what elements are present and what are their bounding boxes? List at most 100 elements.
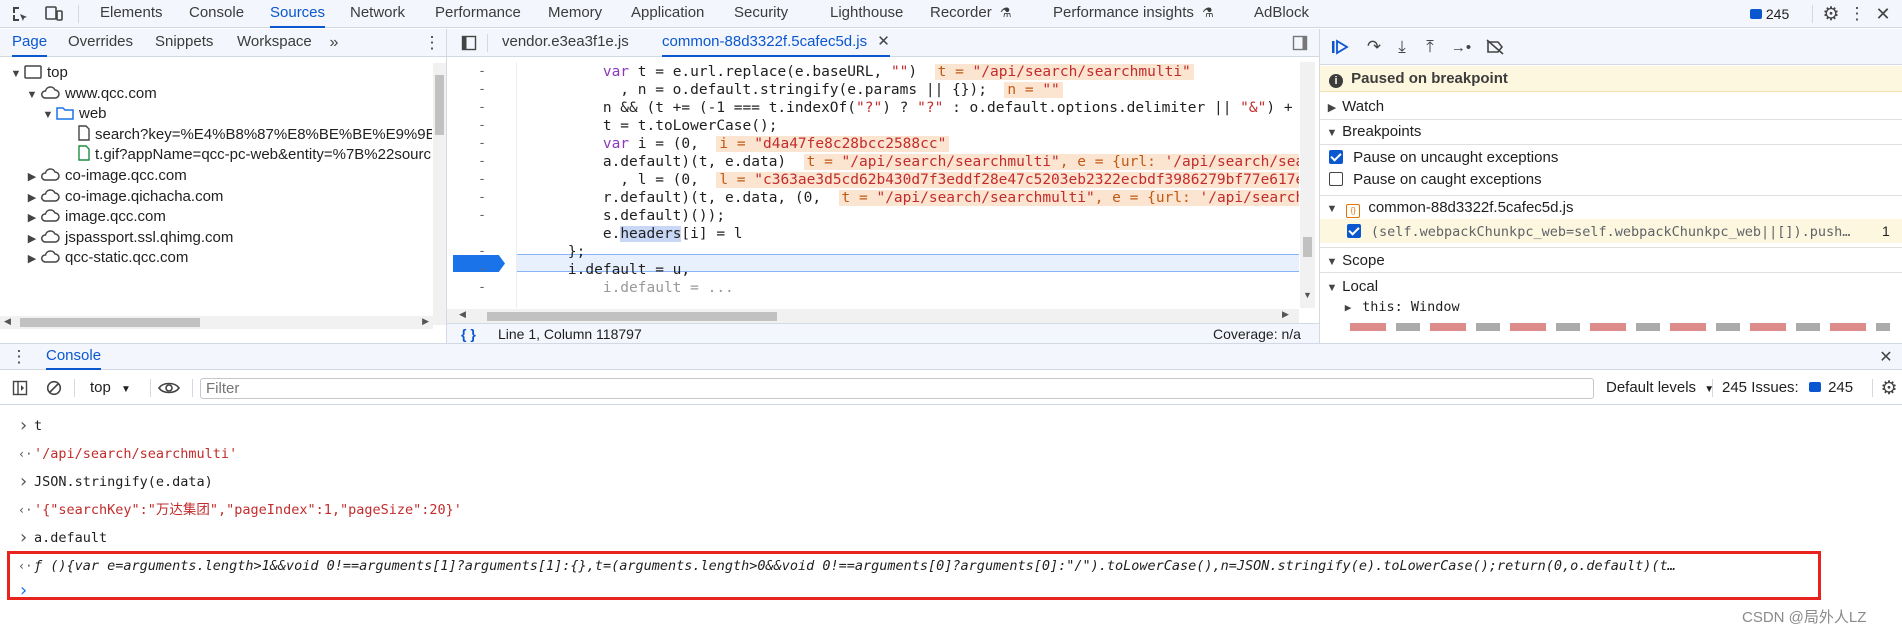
editor-tab-common[interactable]: common-88d3322f.5cafec5d.js ✕ xyxy=(662,29,890,57)
tree-item[interactable]: ▶ co-image.qcc.com xyxy=(26,166,187,186)
line-gutter-mark[interactable]: - xyxy=(447,117,517,135)
more-tabs-chevron-icon[interactable]: » xyxy=(325,32,343,54)
expand-triangle-icon[interactable]: ▶ xyxy=(26,167,38,187)
this-scope-row[interactable]: ▶ this: Window xyxy=(1320,298,1902,316)
expand-triangle-icon[interactable]: ▶ xyxy=(26,249,38,269)
tab-sources[interactable]: Sources xyxy=(270,0,326,28)
step-over-icon[interactable]: ↷ xyxy=(1364,37,1384,57)
expand-triangle-icon[interactable]: ▶ xyxy=(26,229,38,249)
pause-caught-row[interactable]: Pause on caught exceptions xyxy=(1320,169,1902,191)
tree-item[interactable]: ▶ image.qcc.com xyxy=(26,207,166,227)
tab-application[interactable]: Application xyxy=(631,0,704,28)
drawer-tab-console[interactable]: Console xyxy=(46,344,102,370)
pretty-print-icon[interactable]: { } xyxy=(461,324,476,344)
step-into-icon[interactable]: ⤓ xyxy=(1392,37,1412,57)
tree-item[interactable]: ▼ www.qcc.com xyxy=(26,84,157,104)
step-icon[interactable]: →• xyxy=(1450,37,1472,57)
navigator-scrollbar-vertical[interactable] xyxy=(433,63,446,325)
line-gutter-mark[interactable]: - xyxy=(447,153,517,171)
editor-tab-vendor[interactable]: vendor.e3ea3f1e.js xyxy=(502,29,629,57)
device-toolbar-icon[interactable] xyxy=(44,4,64,24)
console-issues-button[interactable]: 245 Issues: 245 xyxy=(1722,379,1853,397)
close-devtools-icon[interactable]: ✕ xyxy=(1873,3,1893,25)
line-gutter-mark[interactable]: - xyxy=(447,243,517,261)
console-result-entry[interactable]: ‹· '/api/search/searchmulti' xyxy=(0,443,1800,465)
tab-performance[interactable]: Performance xyxy=(435,0,521,28)
nav-tab-workspace[interactable]: Workspace xyxy=(237,29,312,57)
scope-section[interactable]: ▼ Scope xyxy=(1320,247,1902,273)
tab-lighthouse[interactable]: Lighthouse xyxy=(830,0,903,28)
tree-item[interactable]: ▶ jspassport.ssl.qhimg.com xyxy=(26,228,234,249)
nav-tab-snippets[interactable]: Snippets xyxy=(155,29,213,57)
navigator-scrollbar-horizontal[interactable]: ◀ ▶ xyxy=(0,316,433,329)
tab-adblock[interactable]: AdBlock xyxy=(1254,0,1309,28)
log-levels-dropdown[interactable]: Default levels ▼ xyxy=(1606,379,1714,397)
context-selector[interactable]: top ▼ xyxy=(90,379,131,397)
close-drawer-icon[interactable]: ✕ xyxy=(1876,346,1896,368)
line-gutter-mark[interactable]: - xyxy=(447,207,517,225)
line-gutter-mark[interactable]: - xyxy=(447,225,517,243)
console-input-entry[interactable]: › t xyxy=(0,415,1800,437)
resume-icon[interactable] xyxy=(1330,37,1350,57)
breakpoints-section[interactable]: ▼ Breakpoints xyxy=(1320,119,1902,145)
breakpoint-file-row[interactable]: ▼ {} common-88d3322f.5cafec5d.js xyxy=(1320,195,1902,219)
toggle-debugger-icon[interactable] xyxy=(1290,33,1310,53)
tab-memory[interactable]: Memory xyxy=(548,0,602,28)
line-gutter-mark[interactable]: - xyxy=(447,81,517,99)
tab-console[interactable]: Console xyxy=(189,0,244,28)
deactivate-breakpoints-icon[interactable] xyxy=(1484,37,1506,57)
step-out-icon[interactable]: ⤒ xyxy=(1420,37,1440,57)
toggle-sidebar-icon[interactable] xyxy=(10,378,30,398)
local-scope-row[interactable]: ▼ Local xyxy=(1320,276,1902,298)
editor-scrollbar-horizontal[interactable]: ◀ ▶ xyxy=(447,309,1299,323)
console-input-entry[interactable]: › JSON.stringify(e.data) xyxy=(0,471,1800,493)
settings-gear-icon[interactable]: ⚙ xyxy=(1820,3,1842,25)
pause-caught-checkbox[interactable] xyxy=(1329,172,1343,186)
pause-uncaught-checkbox[interactable] xyxy=(1329,150,1343,164)
nav-tab-page[interactable]: Page xyxy=(12,29,48,57)
console-input-entry[interactable]: › a.default xyxy=(0,527,1800,549)
console-filter-input[interactable] xyxy=(200,378,1594,399)
expand-triangle-icon[interactable]: ▶ xyxy=(26,208,38,228)
breakpoint-checkbox[interactable] xyxy=(1347,224,1361,238)
tab-security[interactable]: Security xyxy=(734,0,788,28)
line-gutter-mark[interactable]: - xyxy=(447,279,517,297)
code-editor[interactable]: - var t = e.url.replace(e.baseURL, "") t… xyxy=(447,62,1299,308)
tree-item[interactable]: ▼ top xyxy=(10,63,68,83)
collapse-triangle-icon[interactable]: ▼ xyxy=(42,105,54,125)
tab-performance-insights[interactable]: Performance insights ⚗ xyxy=(1053,0,1214,28)
navigator-menu-icon[interactable]: ⋮ xyxy=(424,32,441,54)
watch-section[interactable]: ▶ Watch xyxy=(1320,94,1902,120)
coverage-status[interactable]: Coverage: n/a xyxy=(1213,324,1301,344)
close-tab-icon[interactable]: ✕ xyxy=(877,33,890,50)
live-expression-eye-icon[interactable] xyxy=(157,378,181,398)
tab-network[interactable]: Network xyxy=(350,0,405,28)
line-gutter-mark[interactable]: - xyxy=(447,99,517,117)
line-gutter-mark[interactable]: - xyxy=(447,189,517,207)
breakpoint-item[interactable]: (self.webpackChunkpc_web=self.webpackChu… xyxy=(1320,219,1902,243)
tree-item[interactable]: search?key=%E4%B8%87%E8%BE%BE%E9%9B%86 xyxy=(64,125,432,145)
tree-item[interactable]: ▼ web xyxy=(42,104,107,124)
tree-item[interactable]: ▶ co-image.qichacha.com xyxy=(26,187,224,208)
line-gutter-mark[interactable]: - xyxy=(447,135,517,153)
tab-recorder[interactable]: Recorder ⚗ xyxy=(930,0,1012,28)
line-gutter-mark[interactable]: - xyxy=(447,171,517,189)
collapse-triangle-icon[interactable]: ▼ xyxy=(26,85,38,105)
expand-triangle-icon[interactable]: ▶ xyxy=(26,188,38,208)
tree-item[interactable]: t.gif?appName=qcc-pc-web&entity=%7B%22so… xyxy=(64,145,431,165)
editor-scrollbar-vertical[interactable]: ▼ xyxy=(1300,62,1315,308)
tab-elements[interactable]: Elements xyxy=(100,0,163,28)
console-settings-gear-icon[interactable]: ⚙ xyxy=(1878,377,1900,399)
clear-console-icon[interactable] xyxy=(44,378,64,398)
nav-tab-overrides[interactable]: Overrides xyxy=(68,29,133,57)
inspect-element-icon[interactable] xyxy=(10,4,30,24)
collapse-triangle-icon[interactable]: ▼ xyxy=(10,64,22,84)
toggle-navigator-icon[interactable] xyxy=(459,33,479,53)
console-result-entry[interactable]: ‹· '{"searchKey":"万达集团","pageIndex":1,"pa… xyxy=(0,499,1800,521)
line-gutter-mark[interactable]: - xyxy=(447,63,517,81)
issues-button[interactable]: 245 xyxy=(1750,5,1789,23)
pause-uncaught-row[interactable]: Pause on uncaught exceptions xyxy=(1320,147,1902,169)
more-options-icon[interactable]: ⋮ xyxy=(1849,3,1866,25)
line-gutter-mark[interactable]: - xyxy=(447,261,517,279)
drawer-menu-icon[interactable]: ⋮ xyxy=(11,346,28,368)
